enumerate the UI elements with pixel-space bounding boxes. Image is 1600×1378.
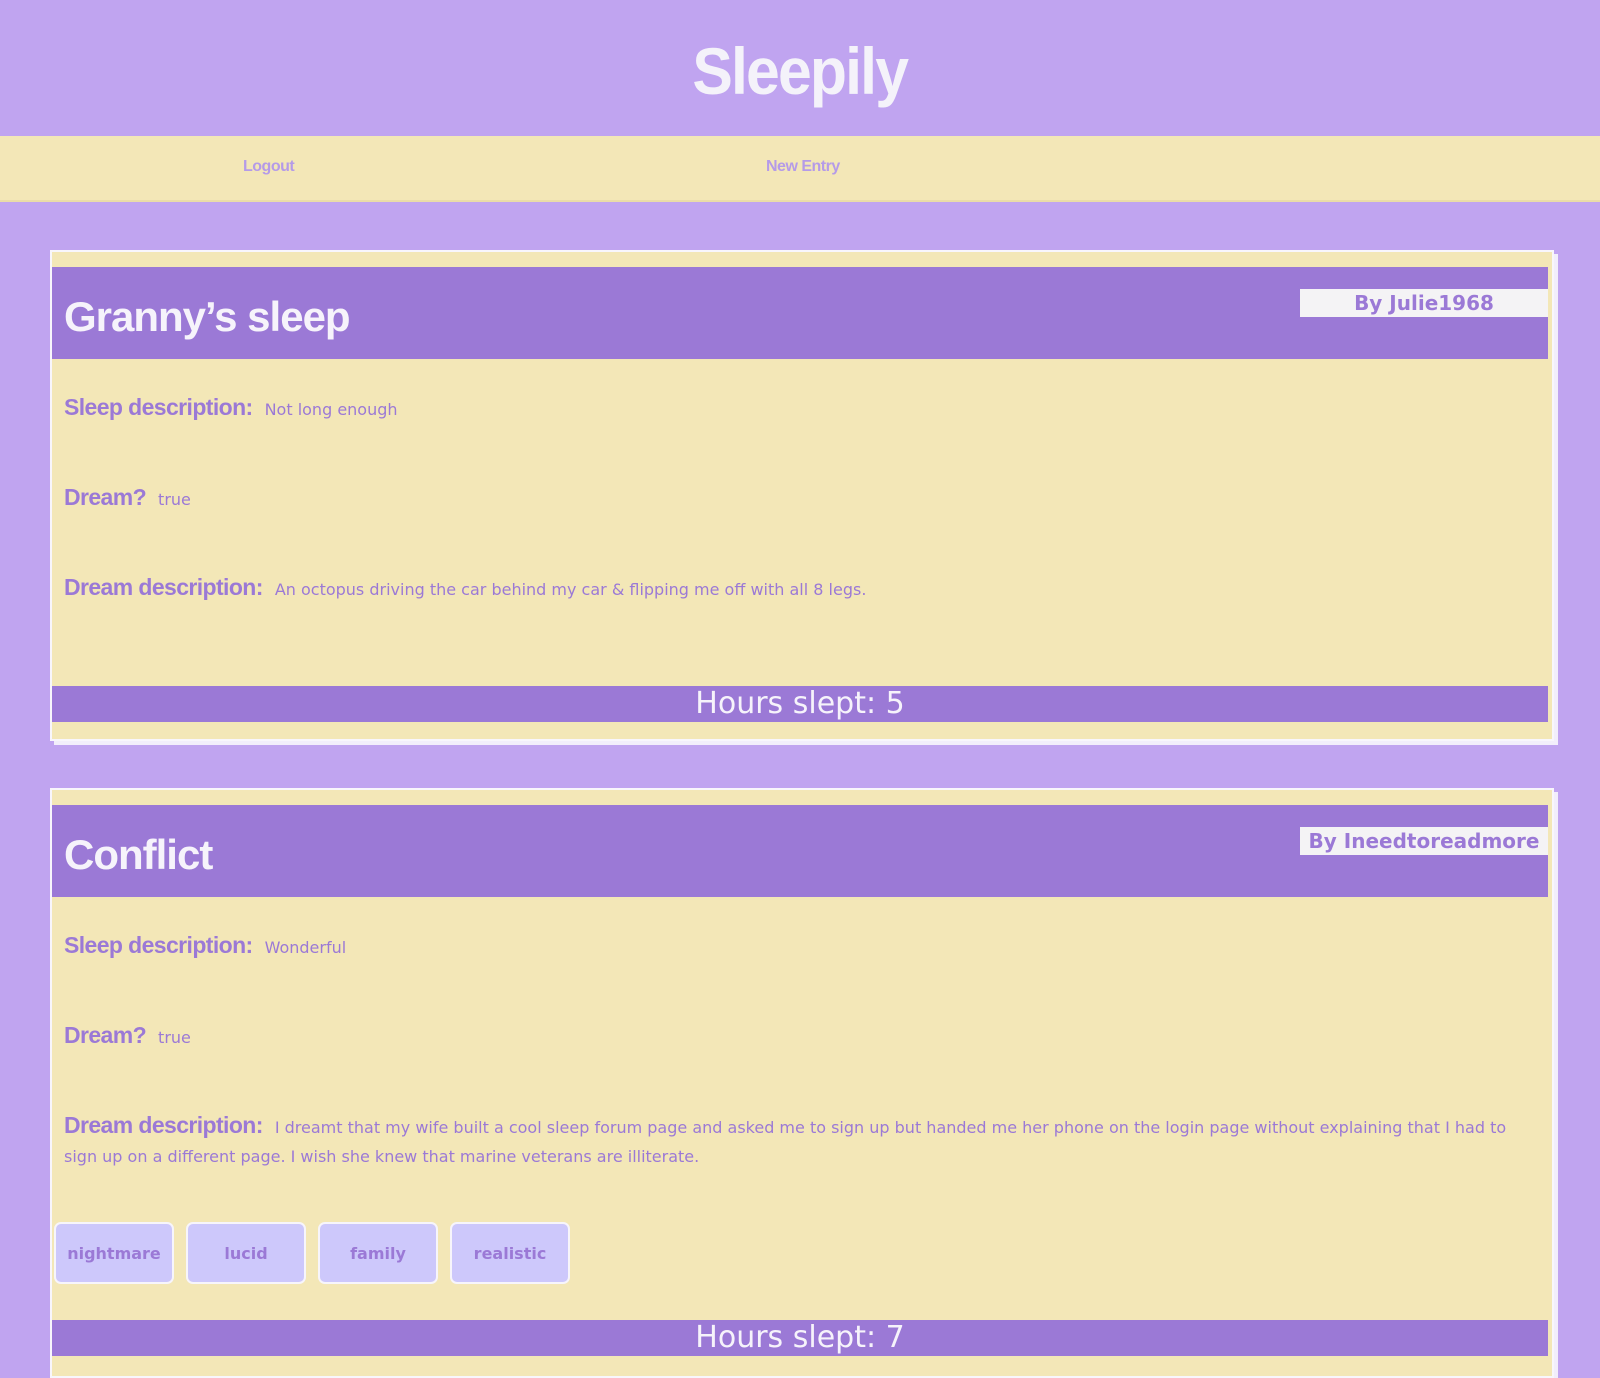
new-entry-link[interactable]: New Entry xyxy=(766,158,840,176)
tag-lucid[interactable]: lucid xyxy=(186,1222,306,1284)
sleep-description-value: Wonderful xyxy=(264,938,347,957)
site-header: Sleepily xyxy=(0,0,1600,136)
dream-description-label: Dream description: xyxy=(64,574,263,600)
sleep-description-label: Sleep description: xyxy=(64,932,253,958)
entry-title: Granny’s sleep xyxy=(64,293,351,340)
dream-field: Dream? true xyxy=(64,1021,1528,1052)
dream-description-value: An octopus driving the car behind my car… xyxy=(274,580,867,599)
entry-header: Granny’s sleep By Julie1968 xyxy=(52,267,1548,359)
dream-description-value: I dreamt that my wife built a cool sleep… xyxy=(64,1118,1507,1166)
sleep-description-field: Sleep description: Not long enough xyxy=(64,393,1528,424)
entry-card: Conflict By Ineedtoreadmore Sleep descri… xyxy=(50,788,1554,1378)
dream-description-field: Dream description: I dreamt that my wife … xyxy=(64,1111,1528,1171)
tag-family[interactable]: family xyxy=(318,1222,438,1284)
dream-value: true xyxy=(158,490,191,509)
entry-card: Granny’s sleep By Julie1968 Sleep descri… xyxy=(50,250,1554,741)
author-badge: By Ineedtoreadmore xyxy=(1300,827,1548,855)
dream-label: Dream? xyxy=(64,484,147,510)
logout-link[interactable]: Logout xyxy=(243,158,295,176)
hours-slept-bar: Hours slept: 7 xyxy=(52,1320,1548,1356)
site-title: Sleepily xyxy=(692,34,910,108)
nav-bar: Logout New Entry xyxy=(0,136,1600,202)
author-badge: By Julie1968 xyxy=(1300,289,1548,317)
entry-title: Conflict xyxy=(64,831,213,878)
sleep-description-value: Not long enough xyxy=(264,400,398,419)
entry-header: Conflict By Ineedtoreadmore xyxy=(52,805,1548,897)
dream-value: true xyxy=(158,1028,191,1047)
tag-nightmare[interactable]: nightmare xyxy=(54,1222,174,1284)
dream-label: Dream? xyxy=(64,1022,147,1048)
dream-field: Dream? true xyxy=(64,483,1528,514)
tag-list: nightmare lucid family realistic xyxy=(54,1222,570,1284)
dream-description-label: Dream description: xyxy=(64,1112,263,1138)
sleep-description-field: Sleep description: Wonderful xyxy=(64,931,1528,962)
dream-description-field: Dream description: An octopus driving the… xyxy=(64,573,1528,604)
sleep-description-label: Sleep description: xyxy=(64,394,253,420)
hours-slept-bar: Hours slept: 5 xyxy=(52,686,1548,722)
tag-realistic[interactable]: realistic xyxy=(450,1222,570,1284)
